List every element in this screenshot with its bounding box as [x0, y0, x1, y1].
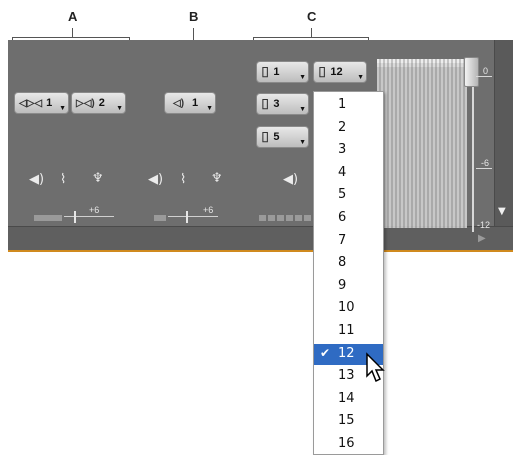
- callout-a: A: [68, 9, 78, 24]
- track-b-channel-1-button[interactable]: ◁) 1 ▼: [164, 92, 216, 114]
- dropdown-arrow-icon: ▼: [357, 74, 364, 81]
- dropdown-option-label: 3: [338, 142, 347, 158]
- channel-icon: ⌷: [261, 63, 270, 80]
- meter-scale-tick: [476, 168, 492, 169]
- meter-scale-minus6: -6: [481, 158, 490, 168]
- meter-scale-minus12: -12: [477, 220, 491, 230]
- track-a-channel-1-button[interactable]: ◁▷◁ 1 ▼: [14, 92, 69, 114]
- dropdown-option-15[interactable]: 15: [314, 411, 383, 432]
- pan-slider-knob[interactable]: [186, 211, 188, 223]
- dropdown-option-label: 15: [338, 413, 355, 429]
- dropdown-option-label: 2: [338, 119, 347, 135]
- dropdown-arrow-icon: ▼: [299, 74, 306, 81]
- dropdown-option-14[interactable]: 14: [314, 389, 383, 410]
- dropdown-option-label: 13: [338, 368, 355, 384]
- dropdown-option-label: 10: [338, 300, 355, 316]
- mixer-footer-bar: [8, 226, 513, 251]
- speaker-right-icon: ▷◁): [76, 97, 95, 109]
- dropdown-option-10[interactable]: 10: [314, 298, 383, 319]
- dropdown-option-1[interactable]: 1: [314, 95, 383, 116]
- dropdown-arrow-icon: ▼: [299, 139, 306, 146]
- channel-number: 1: [273, 66, 280, 78]
- solo-headphone-icon[interactable]: ⌇: [60, 172, 66, 187]
- dropdown-option-label: 5: [338, 187, 347, 203]
- fader-max-label: +6: [89, 205, 100, 215]
- mute-speaker-icon[interactable]: ◀): [283, 172, 298, 187]
- meter-scale-0: 0: [483, 66, 489, 76]
- channel-number: 12: [330, 66, 343, 78]
- channel-dropdown-menu[interactable]: 1 2 3 4 5 6 7 8 9 10 11 ✔ 12 13 14 15 16: [313, 91, 384, 455]
- bracket-c-tick: [311, 28, 312, 37]
- dropdown-option-4[interactable]: 4: [314, 163, 383, 184]
- channel-icon: ⌷: [318, 63, 327, 80]
- vu-meter: [377, 63, 467, 228]
- mouse-pointer-icon: [366, 352, 385, 383]
- master-fader-knob[interactable]: [464, 57, 479, 87]
- dropdown-arrow-icon: ▼: [299, 106, 306, 113]
- dropdown-option-2[interactable]: 2: [314, 118, 383, 139]
- dropdown-option-9[interactable]: 9: [314, 276, 383, 297]
- bracket-a-tick: [72, 28, 73, 37]
- panel-bottom-border: [8, 250, 513, 252]
- dropdown-option-label: 12: [338, 345, 355, 361]
- record-mic-icon[interactable]: ♆: [211, 171, 223, 186]
- channel-number: 1: [46, 97, 53, 109]
- track-a-channel-2-button[interactable]: ▷◁) 2 ▼: [71, 92, 126, 114]
- mute-speaker-icon[interactable]: ◀): [148, 172, 163, 187]
- stereo-speaker-icon: ◁▷◁: [19, 97, 43, 109]
- vertical-scrollbar[interactable]: [494, 40, 513, 226]
- track-c-channel-5-button[interactable]: ⌷ 5 ▼: [256, 126, 309, 148]
- dropdown-option-label: 6: [338, 210, 347, 225]
- dropdown-arrow-icon: ▼: [206, 105, 213, 112]
- meter-scale-tick: [476, 76, 492, 77]
- master-fader-track: [472, 62, 474, 232]
- dropdown-option-label: 4: [338, 164, 347, 180]
- pan-slider-knob[interactable]: [74, 211, 76, 223]
- track-c-channel-1-button[interactable]: ⌷ 1 ▼: [256, 61, 309, 83]
- mute-speaker-icon[interactable]: ◀): [29, 172, 44, 187]
- dropdown-option-16[interactable]: 16: [314, 434, 383, 455]
- dropdown-arrow-icon: ▼: [116, 105, 123, 112]
- dropdown-option-label: 1: [338, 97, 347, 112]
- dropdown-option-11[interactable]: 11: [314, 321, 383, 342]
- track-c-channel-3-button[interactable]: ⌷ 3 ▼: [256, 93, 309, 115]
- channel-number: 3: [273, 98, 280, 110]
- dropdown-option-label: 14: [338, 390, 355, 406]
- scroll-right-arrow-icon[interactable]: ▶: [478, 233, 486, 244]
- dropdown-option-label: 16: [338, 436, 355, 451]
- dropdown-option-label: 11: [338, 323, 355, 338]
- channel-icon: ⌷: [261, 128, 270, 145]
- dropdown-option-5[interactable]: 5: [314, 185, 383, 206]
- channel-number: 2: [98, 97, 105, 109]
- channel-number: 5: [273, 131, 280, 143]
- dropdown-option-label: 8: [338, 255, 347, 271]
- channel-icon: ⌷: [261, 95, 270, 112]
- dropdown-option-label: 7: [338, 232, 347, 248]
- mono-speaker-icon: ◁): [173, 97, 185, 109]
- fader-max-label: +6: [203, 205, 214, 215]
- solo-headphone-icon[interactable]: ⌇: [180, 172, 186, 187]
- pan-slider-b[interactable]: [168, 216, 218, 217]
- pan-slider-a[interactable]: [64, 216, 114, 217]
- track-c-channel-12-button[interactable]: ⌷ 12 ▼: [313, 61, 367, 83]
- dropdown-option-8[interactable]: 8: [314, 253, 383, 274]
- level-meter: [34, 215, 62, 221]
- checkmark-icon: ✔: [320, 345, 331, 360]
- dropdown-option-6[interactable]: 6: [314, 208, 383, 229]
- dropdown-option-7[interactable]: 7: [314, 231, 383, 252]
- scroll-down-arrow-icon[interactable]: ▼: [498, 206, 506, 217]
- dropdown-option-label: 9: [338, 277, 347, 293]
- dropdown-option-3[interactable]: 3: [314, 140, 383, 161]
- dropdown-arrow-icon: ▼: [59, 105, 66, 112]
- callout-b: B: [189, 9, 199, 24]
- callout-c: C: [307, 9, 317, 24]
- level-meter: [154, 215, 166, 221]
- record-mic-icon[interactable]: ♆: [92, 171, 104, 186]
- level-meter: [259, 215, 311, 221]
- channel-number: 1: [192, 97, 199, 109]
